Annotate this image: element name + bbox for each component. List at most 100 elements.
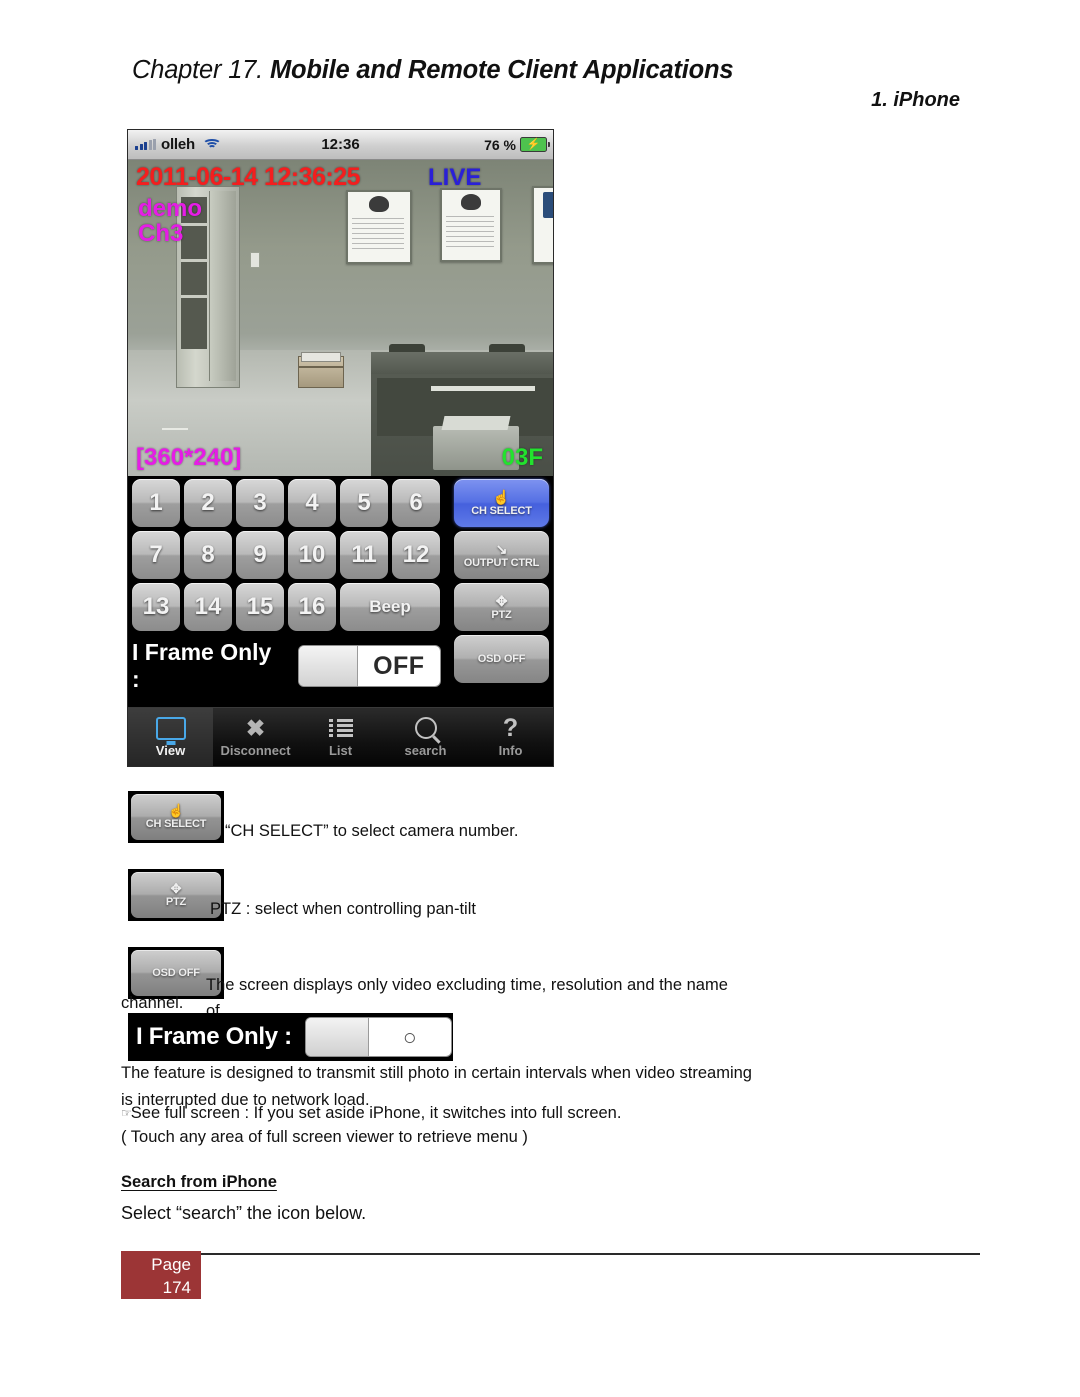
phone-status-bar: olleh 12:36 76 % ⚡ xyxy=(128,130,553,160)
channel-key-4[interactable]: 4 xyxy=(288,479,336,527)
wall-poster xyxy=(346,190,412,264)
beep-button[interactable]: Beep xyxy=(340,583,440,631)
tab-disconnect[interactable]: ✖ Disconnect xyxy=(213,708,298,766)
channel-key-13[interactable]: 13 xyxy=(132,583,180,631)
poster-image xyxy=(461,194,481,210)
wall-poster xyxy=(440,188,502,262)
pan-tilt-zoom-icon: ✥ xyxy=(495,592,508,609)
channel-key-6[interactable]: 6 xyxy=(392,479,440,527)
wall-poster xyxy=(532,186,553,264)
list-icon xyxy=(328,716,353,740)
iframe-only-label: I Frame Only : xyxy=(132,639,272,692)
desk-top xyxy=(371,352,553,374)
tab-info[interactable]: ? Info xyxy=(468,708,553,766)
ptz-button[interactable]: ✥ PTZ xyxy=(454,583,549,631)
wall-switch xyxy=(250,252,260,268)
ptz-chip-label: PTZ xyxy=(165,895,187,908)
toggle-value: OFF xyxy=(373,651,425,680)
output-ctrl-button[interactable]: ↘ OUTPUT CTRL xyxy=(454,531,549,579)
ch-select-chip: ☝ CH SELECT xyxy=(128,791,224,843)
osd-resolution: [360*240] xyxy=(136,444,242,471)
keypad-row-1: 1 2 3 4 5 6 xyxy=(132,479,440,527)
channel-key-15[interactable]: 15 xyxy=(236,583,284,631)
channel-key-3[interactable]: 3 xyxy=(236,479,284,527)
iframe-only-widget: I Frame Only : ○ xyxy=(128,1013,453,1061)
chapter-title: Mobile and Remote Client Applications xyxy=(269,56,734,84)
iframe-only-toggle[interactable]: OFF xyxy=(298,646,440,686)
channel-key-1[interactable]: 1 xyxy=(132,479,180,527)
bottom-tab-bar: View ✖ Disconnect List search ? Info xyxy=(128,707,553,766)
channel-key-10[interactable]: 10 xyxy=(288,531,336,579)
tab-disconnect-label: Disconnect xyxy=(220,743,291,758)
cabinet-shelf xyxy=(181,259,207,262)
iframe-description-line1: The feature is designed to transmit stil… xyxy=(121,1064,752,1082)
osd-live-badge: LIVE xyxy=(428,164,482,191)
osd-off-button[interactable]: OSD OFF xyxy=(454,635,549,683)
chapter-heading: Chapter 17. Mobile and Remote Client App… xyxy=(132,56,1032,85)
cabinet-handle xyxy=(162,428,188,430)
osd-site-name: demo xyxy=(138,195,203,222)
charging-bolt-icon: ⚡ xyxy=(526,138,541,150)
switch-lever-icon: ↘ xyxy=(495,540,508,557)
channel-key-2[interactable]: 2 xyxy=(184,479,232,527)
side-button-column: ☝ CH SELECT ↘ OUTPUT CTRL ✥ PTZ OSD OFF xyxy=(454,479,549,687)
poster-image xyxy=(369,196,389,212)
page-number-badge: Page 174 xyxy=(121,1251,201,1299)
channel-key-14[interactable]: 14 xyxy=(184,583,232,631)
question-mark-icon: ? xyxy=(502,713,519,742)
channel-key-7[interactable]: 7 xyxy=(132,531,180,579)
channel-keypad-panel: 1 2 3 4 5 6 7 8 9 10 11 12 13 14 15 16 B… xyxy=(128,476,553,696)
iphone-screenshot: olleh 12:36 76 % ⚡ 2011-06-14 12:36:25 L… xyxy=(128,130,553,766)
output-ctrl-label: OUTPUT CTRL xyxy=(463,557,540,569)
cabinet-shelf xyxy=(181,223,207,226)
channel-key-12[interactable]: 12 xyxy=(392,531,440,579)
footer-divider xyxy=(201,1253,980,1255)
poster-text-lines xyxy=(446,216,494,250)
tab-info-label: Info xyxy=(498,743,523,758)
toggle-knob[interactable] xyxy=(298,646,358,686)
pointing-hand-icon: ☞ xyxy=(121,1106,132,1120)
live-video-view[interactable]: 2011-06-14 12:36:25 LIVE demo Ch3 [360*2… xyxy=(128,160,553,476)
channel-key-8[interactable]: 8 xyxy=(184,531,232,579)
fullscreen-note: ☞See full screen : If you set aside iPho… xyxy=(121,1100,761,1127)
channel-key-16[interactable]: 16 xyxy=(288,583,336,631)
iframe-only-row: I Frame Only : OFF xyxy=(132,639,440,692)
tab-list[interactable]: List xyxy=(298,708,383,766)
channel-key-11[interactable]: 11 xyxy=(340,531,388,579)
tab-list-label: List xyxy=(328,743,353,758)
search-section-heading: Search from iPhone xyxy=(121,1173,277,1191)
channel-key-9[interactable]: 9 xyxy=(236,531,284,579)
keypad-row-2: 7 8 9 10 11 12 xyxy=(132,531,440,579)
page-header: Chapter 17. Mobile and Remote Client App… xyxy=(132,56,1032,111)
cabinet-door xyxy=(209,191,236,381)
osd-off-label: OSD OFF xyxy=(477,653,526,665)
widget-toggle-value: ○ xyxy=(402,1023,417,1050)
osd-location: 03F xyxy=(501,444,543,471)
ptz-label: PTZ xyxy=(491,609,512,621)
ch-select-chip-button: ☝ CH SELECT xyxy=(131,794,221,840)
fullscreen-note-text: See full screen : If you set aside iPhon… xyxy=(130,1104,622,1122)
cabinet-shelf xyxy=(181,295,207,298)
hand-pointer-icon: ☝ xyxy=(492,488,511,505)
close-x-icon: ✖ xyxy=(245,714,266,741)
desk-highlight xyxy=(431,386,535,391)
chapter-number: Chapter 17. xyxy=(132,56,264,84)
ptz-chip-button: ✥ PTZ xyxy=(131,872,221,918)
tab-view[interactable]: View xyxy=(128,708,213,766)
osd-timestamp: 2011-06-14 12:36:25 xyxy=(136,163,361,191)
channel-key-5[interactable]: 5 xyxy=(340,479,388,527)
clock-label: 12:36 xyxy=(321,136,360,153)
iframe-only-widget-label: I Frame Only : xyxy=(136,1023,292,1050)
fullscreen-note-parenthetical: ( Touch any area of full screen viewer t… xyxy=(121,1128,528,1146)
page-number: 174 xyxy=(162,1278,191,1297)
tab-search-label: search xyxy=(404,743,447,758)
tab-search[interactable]: search xyxy=(383,708,468,766)
pan-tilt-zoom-icon: ✥ xyxy=(170,880,182,896)
osd-channel-name: Ch3 xyxy=(138,220,184,247)
ch-select-button[interactable]: ☝ CH SELECT xyxy=(454,479,549,527)
poster-text-lines xyxy=(352,218,404,252)
monitor-icon xyxy=(155,716,186,740)
osd-off-chip-label: OSD OFF xyxy=(152,967,200,979)
channel-key-grid: 1 2 3 4 5 6 7 8 9 10 11 12 13 14 15 16 B… xyxy=(132,479,440,635)
ptz-description: PTZ : select when controlling pan-tilt xyxy=(210,900,476,918)
